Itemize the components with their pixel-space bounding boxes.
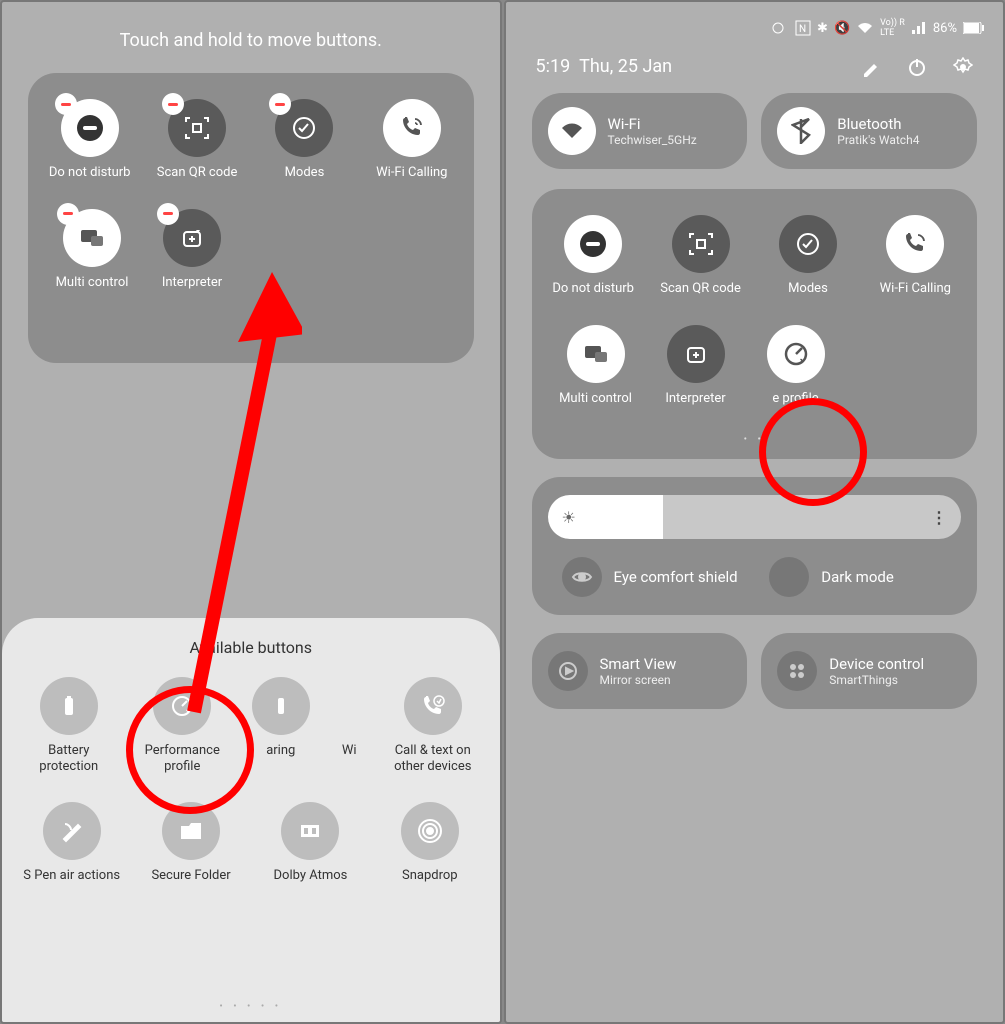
avail-battery-protection[interactable]: Battery protection: [19, 677, 119, 774]
avail-sharing[interactable]: aring: [246, 677, 316, 774]
bluetooth-icon: [777, 107, 825, 155]
device-control-card[interactable]: Device controlSmartThings: [761, 633, 977, 709]
signal-icon: [911, 21, 927, 35]
avail-secure-folder[interactable]: Secure Folder: [141, 802, 241, 884]
tile-scan-qr[interactable]: Scan QR code: [147, 99, 247, 181]
quick-tiles-panel: Do not disturb Scan QR code Modes Wi-Fi …: [532, 189, 978, 459]
tile-performance-profile[interactable]: e profile: [746, 325, 846, 407]
date-text: Thu, 25 Jan: [579, 56, 672, 77]
tile-interpreter[interactable]: Interpreter: [646, 325, 746, 407]
tile-scan-qr[interactable]: Scan QR code: [651, 215, 751, 297]
smart-view-card[interactable]: Smart ViewMirror screen: [532, 633, 748, 709]
available-title: Available buttons: [12, 638, 490, 657]
tile-multi-control[interactable]: Multi control: [546, 325, 646, 407]
moon-icon: [769, 557, 809, 597]
grid-icon: [777, 651, 817, 691]
cast-icon: [548, 651, 588, 691]
volte-icon: Vo)) RLTE: [880, 18, 905, 38]
mute-icon: 🔇: [834, 21, 850, 36]
page-indicator: • • • • •: [2, 1001, 500, 1012]
page-indicator: • •: [540, 434, 970, 445]
avail-call-text[interactable]: Call & text on other devices: [383, 677, 483, 774]
nfc-icon: N: [795, 20, 811, 36]
clock-row: 5:19 Thu, 25 Jan: [506, 38, 1004, 87]
remove-icon[interactable]: [162, 93, 184, 115]
avail-dolby[interactable]: Dolby Atmos: [260, 802, 360, 884]
tile-modes[interactable]: Modes: [254, 99, 354, 181]
remove-icon[interactable]: [57, 203, 79, 225]
dark-mode-toggle[interactable]: Dark mode: [769, 557, 947, 597]
page-indicator: • •: [36, 318, 466, 349]
edit-icon[interactable]: [861, 57, 881, 77]
eye-icon: [562, 557, 602, 597]
nearby-icon: [771, 21, 789, 35]
settings-icon[interactable]: [953, 57, 973, 77]
brightness-slider[interactable]: ☀ ⋮: [548, 495, 962, 539]
power-icon[interactable]: [907, 57, 927, 77]
tile-do-not-disturb[interactable]: Do not disturb: [543, 215, 643, 297]
tile-interpreter[interactable]: Interpreter: [142, 209, 242, 291]
tile-do-not-disturb[interactable]: Do not disturb: [40, 99, 140, 181]
tile-wifi-calling[interactable]: Wi-Fi Calling: [865, 215, 965, 297]
svg-text:N: N: [799, 24, 806, 35]
remove-icon[interactable]: [269, 93, 291, 115]
status-bar: N ✱ 🔇 Vo)) RLTE 86%: [506, 2, 1004, 38]
remove-icon[interactable]: [157, 203, 179, 225]
time-text: 5:19: [536, 56, 571, 77]
remove-icon[interactable]: [55, 93, 77, 115]
sun-icon: ☀: [562, 508, 576, 527]
avail-wireless[interactable]: Wi: [329, 677, 369, 774]
active-tiles-panel: Do not disturb Scan QR code Modes Wi-Fi …: [28, 73, 474, 363]
avail-spen[interactable]: S Pen air actions: [22, 802, 122, 884]
bluetooth-card[interactable]: BluetoothPratik's Watch4: [761, 93, 977, 169]
bt-status-icon: ✱: [817, 21, 828, 36]
available-buttons-panel: Available buttons Battery protection Per…: [2, 618, 500, 1022]
avail-performance-profile[interactable]: Performance profile: [132, 677, 232, 774]
brightness-card: ☀ ⋮ Eye comfort shield Dark mode: [532, 477, 978, 615]
more-icon[interactable]: ⋮: [931, 508, 947, 527]
tile-multi-control[interactable]: Multi control: [42, 209, 142, 291]
tile-wifi-calling[interactable]: Wi-Fi Calling: [362, 99, 462, 181]
edit-panel-hint: Touch and hold to move buttons.: [2, 2, 500, 73]
left-screenshot: Touch and hold to move buttons. Do not d…: [0, 0, 502, 1024]
wifi-card[interactable]: Wi-FiTechwiser_5GHz: [532, 93, 748, 169]
wifi-icon: [548, 107, 596, 155]
battery-icon: [963, 22, 985, 34]
right-screenshot: N ✱ 🔇 Vo)) RLTE 86% 5:19 Thu, 25 Jan Wi-…: [504, 0, 1005, 1024]
tile-modes[interactable]: Modes: [758, 215, 858, 297]
battery-percent: 86%: [933, 21, 957, 36]
wifi-icon: [856, 21, 874, 35]
eye-comfort-toggle[interactable]: Eye comfort shield: [562, 557, 740, 597]
avail-snapdrop[interactable]: Snapdrop: [380, 802, 480, 884]
